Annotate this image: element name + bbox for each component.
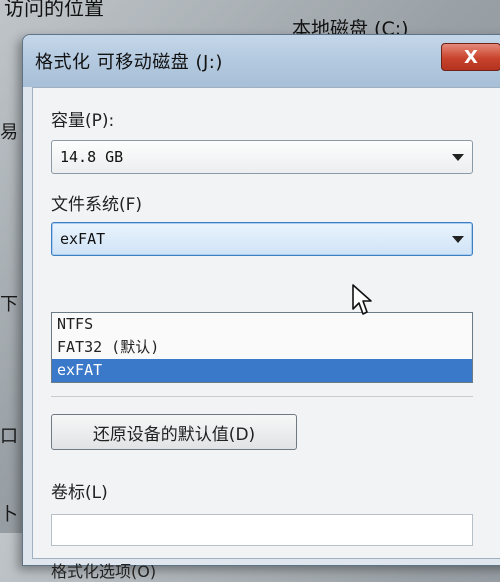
restore-defaults-button[interactable]: 还原设备的默认值(D) [51, 414, 297, 450]
filesystem-option-ntfs[interactable]: NTFS [52, 313, 472, 336]
close-button[interactable]: X [441, 43, 500, 71]
chevron-down-icon [452, 236, 464, 243]
filesystem-option-fat32[interactable]: FAT32 (默认) [52, 336, 472, 359]
capacity-value: 14.8 GB [60, 148, 124, 166]
recent-locations-label: 访问的位置 [4, 0, 104, 20]
filesystem-select[interactable]: exFAT [51, 222, 473, 256]
format-dialog: 格式化 可移动磁盘 (J:) X 容量(P): 14.8 GB 文件系统(F) … [22, 34, 500, 581]
filesystem-value: exFAT [60, 230, 106, 248]
bg-fragment-4: 卜 [0, 504, 18, 525]
close-icon: X [464, 46, 478, 68]
mouse-cursor-icon [351, 283, 375, 321]
dialog-title: 格式化 可移动磁盘 (J:) [35, 52, 223, 73]
capacity-select[interactable]: 14.8 GB [51, 140, 473, 174]
bg-fragment-3: 口 [0, 426, 18, 447]
chevron-down-icon [452, 154, 464, 161]
filesystem-label: 文件系统(F) [51, 195, 143, 215]
dialog-content: 容量(P): 14.8 GB 文件系统(F) exFAT NTFS FAT32 … [32, 87, 500, 581]
capacity-label: 容量(P): [51, 111, 115, 131]
volume-label-label: 卷标(L) [51, 483, 108, 503]
dialog-titlebar[interactable]: 格式化 可移动磁盘 (J:) X [23, 35, 500, 87]
filesystem-option-exfat[interactable]: exFAT [52, 359, 472, 382]
format-options-label: 格式化选项(O) [51, 562, 157, 581]
allocation-unit-select-edge [51, 382, 473, 397]
volume-label-input[interactable] [51, 514, 473, 546]
filesystem-dropdown-list: NTFS FAT32 (默认) exFAT [51, 312, 473, 383]
bg-fragment-2: 下 [0, 294, 18, 315]
restore-defaults-label: 还原设备的默认值(D) [92, 424, 256, 445]
bg-fragment-1: 易 [0, 122, 18, 143]
